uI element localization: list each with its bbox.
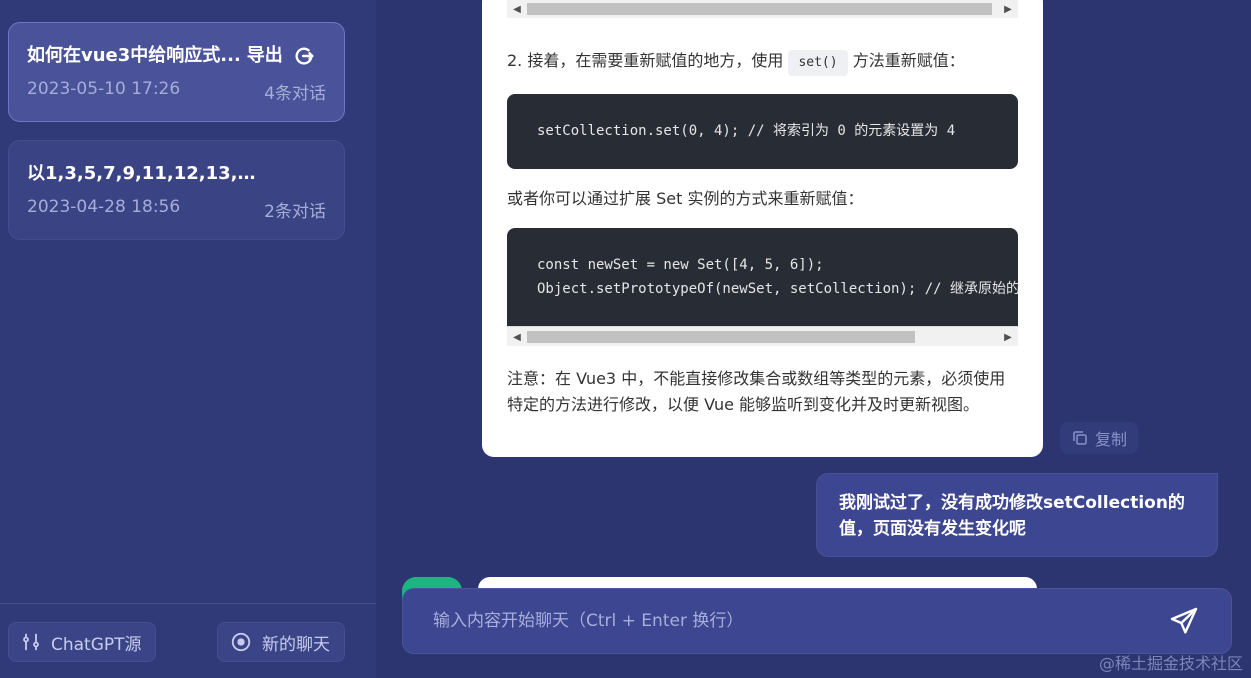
user-message-bubble: 我刚试过了，没有成功修改setCollection的值，页面没有发生变化呢 <box>816 473 1218 557</box>
code-line: const newSet = new Set([4, 5, 6]); <box>537 257 824 273</box>
conversation-date: 2023-05-10 17:26 <box>27 79 181 99</box>
code-scrollbar-top[interactable]: ◀ ▶ <box>507 0 1018 18</box>
chatgpt-source-button[interactable]: ChatGPT源 <box>8 622 156 662</box>
copy-label: 复制 <box>1094 430 1127 449</box>
inline-code-set: set() <box>788 50 848 76</box>
ai-step2-text: 2. 接着，在需要重新赋值的地方，使用 set() 方法重新赋值： <box>507 48 1018 76</box>
user-message-text: 我刚试过了，没有成功修改setCollection的值，页面没有发生变化呢 <box>839 493 1185 539</box>
copy-button[interactable]: 复制 <box>1060 422 1138 454</box>
ai-message-bubble: ◀ ▶ 2. 接着，在需要重新赋值的地方，使用 set() 方法重新赋值： se… <box>482 0 1043 457</box>
conversation-title: 如何在vue3中给响应式... <box>27 45 241 66</box>
conversation-date: 2023-04-28 18:56 <box>27 197 181 217</box>
sidebar-divider <box>0 603 376 604</box>
scroll-thumb[interactable] <box>527 3 992 15</box>
conversation-item[interactable]: 以1,3,5,7,9,11,12,13,1... 2023-04-28 18:5… <box>8 140 345 240</box>
conversation-count: 4条对话 <box>264 84 326 104</box>
new-chat-button[interactable]: 新的聊天 <box>217 622 345 662</box>
conversation-item-active[interactable]: 如何在vue3中给响应式... 导出 2023-05-10 17:26 4条对话 <box>8 22 345 122</box>
code-block-2: const newSet = new Set([4, 5, 6]); Objec… <box>507 228 1018 326</box>
chatgpt-source-label: ChatGPT源 <box>51 634 142 655</box>
export-button[interactable]: 导出 <box>247 41 283 71</box>
chat-input-bar <box>402 588 1232 654</box>
code-line: Object.setPrototypeOf(newSet, setCollect… <box>537 281 1018 297</box>
scroll-left-arrow-icon[interactable]: ◀ <box>507 327 527 347</box>
code-block-1: setCollection.set(0, 4); // 将索引为 0 的元素设置… <box>507 94 1018 169</box>
step2-prefix: 2. 接着，在需要重新赋值的地方，使用 <box>507 51 784 70</box>
ai-note-text: 注意：在 Vue3 中，不能直接修改集合或数组等类型的元素，必须使用特定的方法进… <box>507 369 1006 414</box>
conversation-meta: 2023-05-10 17:26 4条对话 <box>27 79 326 104</box>
export-icon[interactable] <box>293 45 315 67</box>
code-line: setCollection.set(0, 4); // 将索引为 0 的元素设置… <box>537 123 956 139</box>
conversation-title-row: 以1,3,5,7,9,11,12,13,1... <box>27 159 326 189</box>
watermark: @稀土掘金技术社区 <box>1098 654 1243 673</box>
ai-or-text: 或者你可以通过扩展 Set 实例的方式来重新赋值： <box>507 189 864 208</box>
conversation-title: 以1,3,5,7,9,11,12,13,1... <box>27 163 267 184</box>
conversation-meta: 2023-04-28 18:56 2条对话 <box>27 197 326 222</box>
conversation-title-row: 如何在vue3中给响应式... 导出 <box>27 41 326 71</box>
sidebar: 如何在vue3中给响应式... 导出 2023-05-10 17:26 4条对话… <box>0 0 376 678</box>
sliders-icon <box>23 633 39 651</box>
new-chat-label: 新的聊天 <box>262 634 330 655</box>
code-scrollbar[interactable]: ◀ ▶ <box>507 326 1018 346</box>
scroll-left-arrow-icon[interactable]: ◀ <box>507 0 527 19</box>
conversation-count: 2条对话 <box>264 202 326 222</box>
chat-input[interactable] <box>433 611 1167 631</box>
scroll-right-arrow-icon[interactable]: ▶ <box>998 0 1018 19</box>
copy-icon <box>1073 431 1087 445</box>
plus-circle-icon <box>231 632 251 652</box>
step2-suffix: 方法重新赋值： <box>852 51 965 70</box>
scroll-right-arrow-icon[interactable]: ▶ <box>998 327 1018 347</box>
send-icon[interactable] <box>1167 604 1201 638</box>
scroll-thumb[interactable] <box>527 331 915 343</box>
